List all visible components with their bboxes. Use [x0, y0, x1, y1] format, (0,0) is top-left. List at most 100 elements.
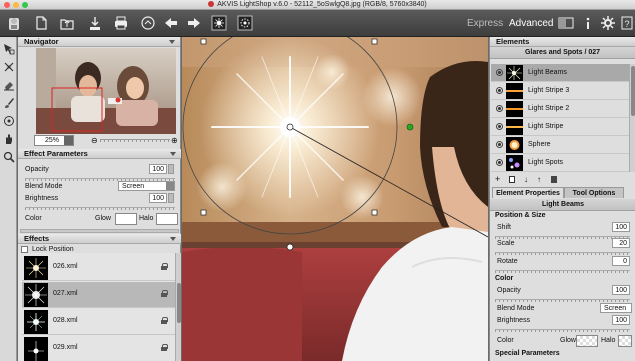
halo-color-swatch[interactable] — [156, 213, 178, 225]
visibility-eye-icon[interactable] — [496, 69, 503, 76]
opacity-label: Opacity — [25, 166, 49, 173]
add-element-icon[interactable]: + — [495, 174, 500, 184]
el-brightness-slider[interactable] — [495, 329, 630, 332]
el-opacity-input[interactable]: 100 — [612, 285, 630, 295]
opacity-stepper[interactable] — [168, 164, 174, 174]
opacity-row: Opacity 100 — [18, 164, 181, 175]
element-thumbnail — [506, 137, 523, 153]
blend-mode-select[interactable]: Screen — [118, 181, 175, 191]
visibility-eye-icon[interactable] — [496, 105, 503, 112]
list-item[interactable]: Light Spots — [491, 154, 629, 172]
params-hscroll[interactable] — [20, 229, 179, 233]
list-item[interactable]: Light Stripe 2 — [491, 100, 629, 118]
tab-tool-options[interactable]: Tool Options — [564, 187, 624, 198]
open-file-icon[interactable] — [57, 13, 77, 33]
advanced-mode-button[interactable]: Advanced — [509, 18, 553, 29]
elements-scrollbar[interactable] — [629, 64, 635, 172]
list-item[interactable]: Light Stripe 3 — [491, 82, 629, 100]
transform-tool-icon[interactable] — [1, 59, 16, 74]
list-item[interactable]: Sphere — [491, 136, 629, 154]
el-opacity-row: Opacity 100 — [490, 285, 635, 296]
tab-element-properties[interactable]: Element Properties — [492, 187, 564, 198]
lock-icon[interactable] — [161, 317, 168, 324]
settings-icon[interactable] — [598, 13, 618, 33]
zoom-out-icon[interactable]: ⊖ — [91, 136, 98, 145]
redo-icon[interactable] — [184, 13, 204, 33]
select-tool-icon[interactable] — [1, 41, 16, 56]
save-icon[interactable] — [85, 13, 105, 33]
collapse-triangle-icon[interactable] — [169, 40, 175, 44]
info-icon[interactable] — [578, 13, 598, 33]
express-mode-button[interactable]: Express — [467, 18, 503, 29]
el-opacity-slider[interactable] — [495, 299, 630, 302]
print-icon[interactable] — [111, 13, 131, 33]
zoom-slider[interactable] — [100, 139, 170, 142]
move-down-icon[interactable]: ↓ — [524, 175, 528, 184]
list-item[interactable]: 026.xml — [22, 255, 177, 281]
visibility-eye-icon[interactable] — [496, 123, 503, 130]
lock-icon[interactable] — [161, 263, 168, 270]
zoom-tool-icon[interactable] — [1, 149, 16, 164]
zoom-in-icon[interactable]: ⊕ — [171, 136, 178, 145]
special-params-heading: Special Parameters — [495, 350, 560, 357]
scale-input[interactable]: 20 — [612, 238, 630, 248]
opacity-input[interactable]: 100 — [149, 164, 167, 174]
navigator-title: Navigator — [24, 37, 59, 46]
collapse-triangle-icon[interactable] — [170, 152, 176, 156]
effect-thumbnail — [24, 283, 48, 307]
list-item[interactable]: 027.xml — [22, 282, 177, 308]
share-icon[interactable] — [138, 13, 158, 33]
scale-slider[interactable] — [495, 252, 630, 255]
blend-mode-value: Screen — [122, 183, 145, 190]
visibility-eye-icon[interactable] — [496, 159, 503, 166]
list-item[interactable]: 028.xml — [22, 309, 177, 335]
delete-element-icon[interactable] — [551, 176, 557, 183]
collapse-triangle-icon[interactable] — [170, 237, 176, 241]
glow-color-swatch[interactable] — [115, 213, 137, 225]
rotate-input[interactable]: 0 — [612, 256, 630, 266]
elements-title: Elements — [496, 37, 530, 46]
view-compare-icon[interactable] — [556, 13, 576, 33]
image-canvas[interactable] — [182, 37, 488, 361]
lock-icon[interactable] — [161, 290, 168, 297]
list-item[interactable]: Light Stripe — [491, 118, 629, 136]
rotate-slider[interactable] — [495, 270, 630, 273]
run-icon[interactable] — [209, 13, 229, 33]
batch-icon[interactable] — [235, 13, 255, 33]
stamp-tool-icon[interactable] — [1, 113, 16, 128]
el-blend-select[interactable]: Screen — [600, 303, 632, 313]
element-thumbnail — [506, 101, 523, 117]
lock-position-checkbox[interactable] — [21, 246, 28, 253]
list-item[interactable]: 029.xml — [22, 336, 177, 361]
el-color-row: Color Glow Halo — [490, 334, 635, 348]
brush-tool-icon[interactable] — [1, 95, 16, 110]
duplicate-element-icon[interactable] — [509, 176, 515, 183]
effects-title: Effects — [24, 234, 50, 243]
effect-name: 027.xml — [53, 290, 78, 297]
visibility-eye-icon[interactable] — [496, 87, 503, 94]
undo-icon[interactable] — [161, 13, 181, 33]
scrollbar-thumb[interactable] — [631, 66, 635, 116]
scrollbar-thumb[interactable] — [177, 283, 181, 323]
brightness-stepper[interactable] — [168, 193, 174, 203]
el-glow-color-swatch[interactable] — [576, 335, 598, 347]
visibility-eye-icon[interactable] — [496, 141, 503, 148]
navigator-preview[interactable] — [36, 48, 176, 134]
help-icon[interactable]: ? — [617, 13, 635, 33]
effect-name: 026.xml — [53, 263, 78, 270]
list-item[interactable]: Light Beams — [491, 64, 629, 82]
el-blend-row: Blend Mode Screen — [490, 303, 635, 314]
lock-icon[interactable] — [161, 344, 168, 351]
hand-tool-icon[interactable] — [1, 131, 16, 146]
brightness-input[interactable]: 100 — [149, 193, 167, 203]
brightness-slider[interactable] — [25, 207, 175, 210]
move-up-icon[interactable]: ↑ — [537, 175, 541, 184]
el-brightness-input[interactable]: 100 — [612, 315, 630, 325]
new-file-icon[interactable] — [31, 13, 51, 33]
effects-scrollbar[interactable] — [175, 253, 181, 361]
eraser-tool-icon[interactable] — [1, 77, 16, 92]
shift-input[interactable]: 100 — [612, 222, 630, 232]
elements-header: Elements — [490, 37, 635, 47]
el-halo-color-swatch[interactable] — [618, 335, 632, 347]
zoom-select[interactable]: 25% — [34, 135, 74, 146]
